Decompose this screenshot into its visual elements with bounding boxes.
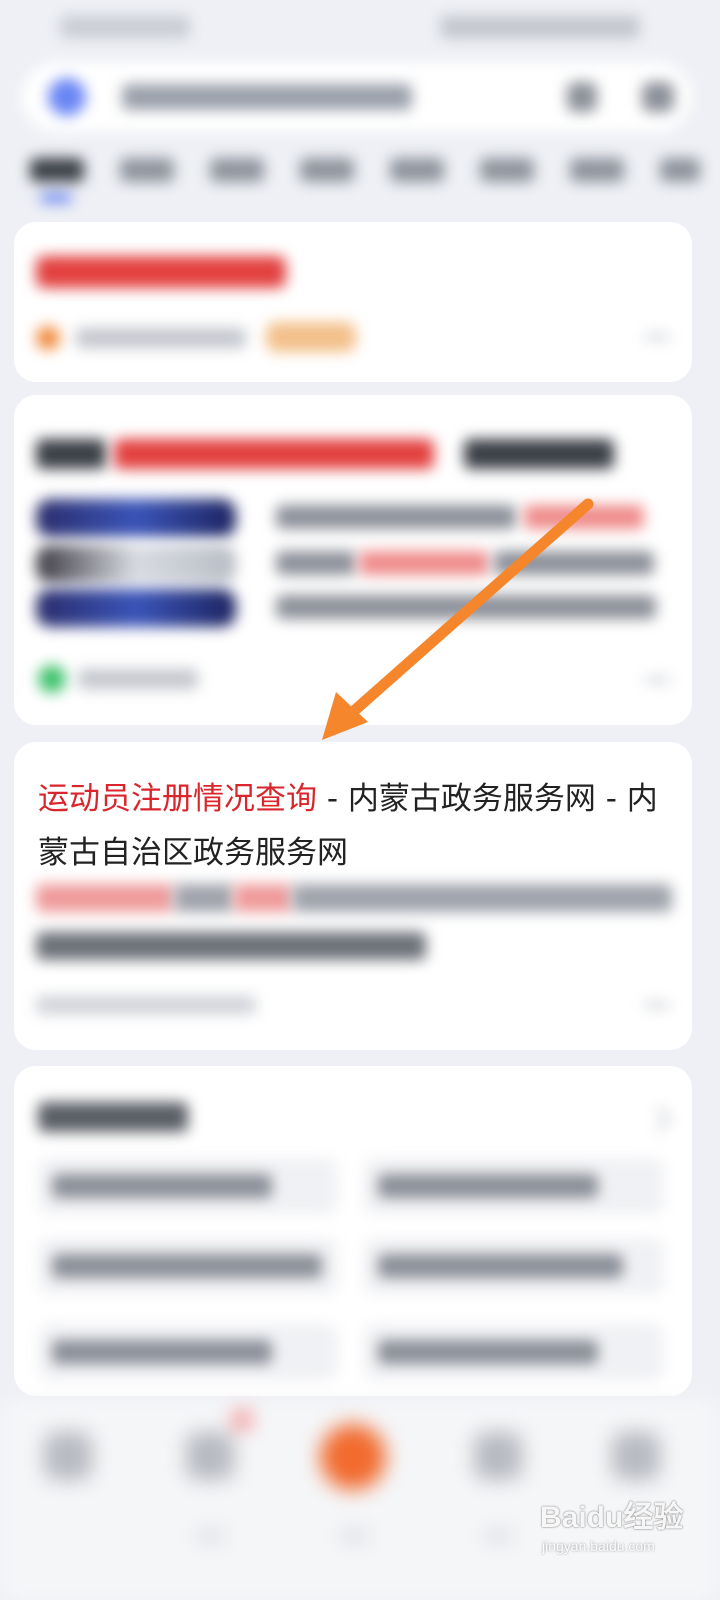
result-title-2-part-1[interactable] bbox=[36, 439, 106, 469]
related-search-chip[interactable] bbox=[38, 1238, 338, 1294]
nav-profile-icon[interactable] bbox=[612, 1432, 660, 1480]
watermark-url: jingyan.baidu.com bbox=[542, 1538, 655, 1554]
snippet-text bbox=[174, 884, 234, 912]
tab-all[interactable] bbox=[30, 158, 84, 182]
related-search-chip[interactable] bbox=[364, 1158, 664, 1214]
tab-2[interactable] bbox=[120, 158, 174, 182]
related-search-chip[interactable] bbox=[38, 1324, 338, 1380]
result-card-2[interactable] bbox=[14, 395, 692, 725]
step-thumbnail[interactable] bbox=[36, 589, 236, 627]
snippet-text bbox=[36, 932, 426, 960]
step-text-3 bbox=[276, 595, 656, 619]
chip-label bbox=[52, 1254, 322, 1278]
category-tabs bbox=[0, 150, 720, 210]
result-card-3[interactable]: 运动员注册情况查询 - 内蒙古政务服务网 - 内蒙古自治区政务服务网 bbox=[14, 742, 692, 1050]
related-search-chip[interactable] bbox=[38, 1158, 338, 1214]
nav-label bbox=[340, 1530, 368, 1542]
result-title-link[interactable]: 运动员注册情况查询 - 内蒙古政务服务网 - 内蒙古自治区政务服务网 bbox=[38, 772, 658, 880]
snippet-highlight bbox=[234, 884, 292, 912]
result-title-1[interactable] bbox=[36, 256, 286, 288]
result-title-2-part-3[interactable] bbox=[464, 439, 614, 469]
result-title-highlight: 运动员注册情况查询 bbox=[38, 781, 317, 817]
nav-center-icon[interactable] bbox=[320, 1424, 386, 1490]
result-url[interactable] bbox=[36, 996, 256, 1014]
more-options-icon[interactable] bbox=[644, 677, 670, 683]
step-text-2-rest bbox=[494, 551, 654, 575]
chip-label bbox=[378, 1340, 598, 1364]
baidu-logo-icon bbox=[48, 78, 86, 116]
chip-label bbox=[378, 1174, 598, 1198]
watermark-brand: Baidu经验 bbox=[540, 1501, 684, 1534]
step-thumbnail[interactable] bbox=[36, 545, 236, 583]
more-options-icon[interactable] bbox=[644, 1002, 670, 1008]
search-input[interactable] bbox=[122, 84, 412, 110]
tab-4[interactable] bbox=[300, 158, 354, 182]
related-searches-heading bbox=[38, 1102, 188, 1132]
nav-label bbox=[196, 1530, 224, 1542]
status-bar bbox=[0, 0, 720, 56]
snippet-highlight bbox=[36, 884, 174, 912]
more-options-icon[interactable] bbox=[644, 334, 670, 340]
tab-7[interactable] bbox=[570, 158, 624, 182]
related-search-chip[interactable] bbox=[364, 1238, 664, 1294]
step-text-1 bbox=[276, 505, 516, 529]
nav-message-icon[interactable] bbox=[474, 1432, 522, 1480]
tab-5[interactable] bbox=[390, 158, 444, 182]
source-icon bbox=[36, 326, 60, 350]
step-thumbnail[interactable] bbox=[36, 499, 236, 537]
tab-3[interactable] bbox=[210, 158, 264, 182]
status-time bbox=[60, 16, 190, 38]
related-search-chip[interactable] bbox=[364, 1324, 664, 1380]
baidu-jingyan-icon bbox=[38, 665, 66, 693]
camera-icon[interactable] bbox=[642, 82, 674, 112]
active-tab-indicator bbox=[40, 194, 72, 202]
tab-8[interactable] bbox=[660, 158, 700, 182]
status-icons bbox=[440, 16, 640, 38]
result-card-1[interactable] bbox=[14, 222, 692, 382]
nav-label bbox=[484, 1530, 512, 1542]
nav-home-icon[interactable] bbox=[44, 1432, 92, 1480]
chip-label bbox=[52, 1174, 272, 1198]
step-text-1-highlight bbox=[524, 505, 644, 529]
notification-badge bbox=[234, 1412, 250, 1428]
chip-label bbox=[378, 1254, 623, 1278]
baidu-jingyan-watermark: Baidu经验 jingyan.baidu.com bbox=[540, 1492, 690, 1568]
result-title-2-part-2[interactable] bbox=[114, 439, 434, 469]
related-searches-card bbox=[14, 1066, 692, 1396]
source-name bbox=[78, 669, 198, 689]
chip-label bbox=[52, 1340, 272, 1364]
step-text-2 bbox=[276, 551, 356, 575]
snippet-text bbox=[292, 884, 672, 912]
source-name bbox=[76, 328, 246, 348]
microphone-icon[interactable] bbox=[567, 82, 597, 112]
nav-video-icon[interactable] bbox=[186, 1432, 234, 1480]
search-bar[interactable] bbox=[22, 62, 692, 132]
chevron-right-icon[interactable] bbox=[646, 1106, 672, 1132]
tab-6[interactable] bbox=[480, 158, 534, 182]
result-badge bbox=[266, 322, 356, 352]
step-text-2-highlight bbox=[359, 551, 489, 575]
